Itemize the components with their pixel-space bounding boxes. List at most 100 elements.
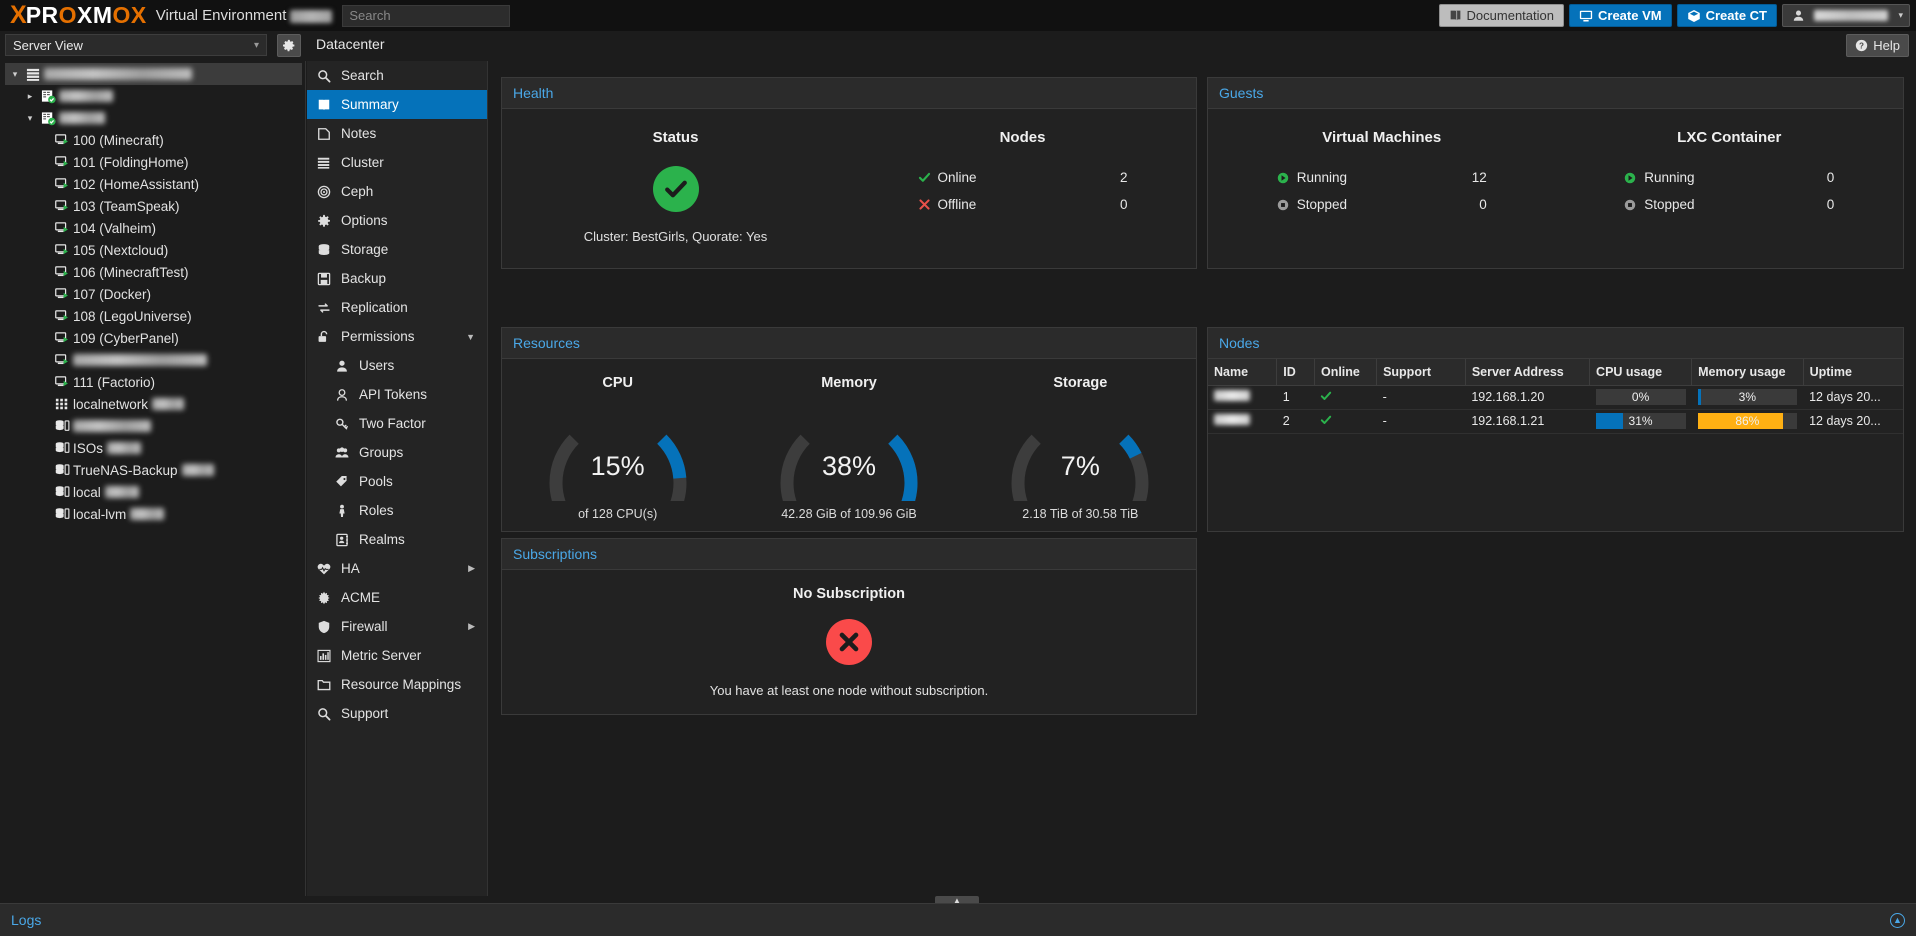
nav-item-metric-server[interactable]: Metric Server [307, 641, 487, 670]
user-menu-button[interactable]: ▾ [1782, 4, 1910, 27]
nav-item-realms[interactable]: Realms [307, 525, 487, 554]
chevron-right-icon[interactable]: ▶ [468, 563, 475, 574]
tree-label-suffix-redacted [152, 398, 185, 410]
table-row[interactable]: 1 -192.168.1.20 0% 3% 12 days 20... [1208, 385, 1903, 410]
usage-bar-label: 86% [1735, 414, 1760, 428]
chevron-right-icon[interactable]: ▶ [468, 621, 475, 632]
nav-item-label: HA [341, 561, 360, 576]
documentation-button[interactable]: Documentation [1438, 4, 1564, 27]
tree-item[interactable]: 111 (Factorio) [5, 371, 302, 393]
tree-item-redacted[interactable]: ▸ [5, 85, 302, 107]
tree-item[interactable]: localnetwork [5, 393, 302, 415]
search-input[interactable]: Search [342, 4, 511, 27]
chevron-down-icon[interactable]: ▾ [23, 113, 37, 124]
column-header[interactable]: Uptime [1803, 359, 1903, 386]
chevron-up-icon[interactable]: ▲ [1890, 912, 1905, 928]
nav-item-backup[interactable]: Backup [307, 264, 487, 293]
tree-item-redacted[interactable]: ▾ [5, 63, 302, 85]
status-row-value: 12 [1471, 170, 1487, 185]
breadcrumb: Datacenter [316, 36, 385, 52]
tree-item[interactable]: 100 (Minecraft) [5, 129, 302, 151]
nav-item-users[interactable]: Users [307, 351, 487, 380]
main-content: Health Status Cluster: BestGirls, Quorat… [489, 61, 1916, 896]
nav-item-replication[interactable]: Replication [307, 293, 487, 322]
tree-settings-button[interactable] [277, 34, 301, 57]
tree-item[interactable]: 103 (TeamSpeak) [5, 195, 302, 217]
nav-item-search[interactable]: Search [307, 61, 487, 90]
proxmox-logo[interactable]: X PROXMOX [0, 3, 147, 28]
view-selector[interactable]: Server View ▾ [5, 34, 267, 56]
status-row-label: Stopped [1644, 197, 1695, 212]
tree-item[interactable]: 105 (Nextcloud) [5, 239, 302, 261]
nav-item-notes[interactable]: Notes [307, 119, 487, 148]
table-row[interactable]: 2 -192.168.1.21 31% 86% 12 days 20... [1208, 409, 1903, 434]
nav-item-support[interactable]: Support [307, 699, 487, 728]
nav-item-pools[interactable]: Pools [307, 467, 487, 496]
resources-panel: Resources CPU 15% of 128 CPU(s) Memory 38% 42… [501, 327, 1197, 552]
tree-item[interactable]: 101 (FoldingHome) [5, 151, 302, 173]
create-ct-button[interactable]: Create CT [1676, 4, 1777, 27]
tree-item[interactable]: TrueNAS-Backup [5, 459, 302, 481]
help-button[interactable]: ? Help [1846, 34, 1909, 57]
tree-item-redacted[interactable] [5, 415, 302, 437]
tree-item[interactable]: 106 (MinecraftTest) [5, 261, 302, 283]
create-vm-button[interactable]: Create VM [1569, 4, 1672, 27]
tree-item-label: localnetwork [73, 396, 149, 412]
nav-item-roles[interactable]: Roles [307, 496, 487, 525]
column-header[interactable]: ID [1276, 359, 1315, 386]
nav-item-label: Permissions [341, 329, 415, 344]
datacenter-nav-menu[interactable]: Search Summary Notes Cluster Ceph Options Stor… [307, 61, 488, 896]
column-header[interactable]: Online [1314, 359, 1378, 386]
chevron-right-icon[interactable]: ▸ [23, 91, 37, 102]
nav-item-api-tokens[interactable]: API Tokens [307, 380, 487, 409]
nav-item-ha[interactable]: HA ▶ [307, 554, 487, 583]
tree-item[interactable]: 107 (Docker) [5, 283, 302, 305]
running-icon [1624, 172, 1644, 184]
tree-label-redacted [44, 68, 192, 80]
nav-item-options[interactable]: Options [307, 206, 487, 235]
nav-item-ceph[interactable]: Ceph [307, 177, 487, 206]
chevron-down-icon[interactable]: ▼ [466, 332, 475, 342]
tree-item[interactable]: 108 (LegoUniverse) [5, 305, 302, 327]
column-header[interactable]: Memory usage [1691, 359, 1804, 386]
nav-item-cluster[interactable]: Cluster [307, 148, 487, 177]
tree-item-label: 108 (LegoUniverse) [73, 308, 192, 324]
tree-item-label: ISOs [73, 440, 104, 456]
nav-item-two-factor[interactable]: Two Factor [307, 409, 487, 438]
logs-collapse-button[interactable]: ▲ [1890, 912, 1905, 928]
summary-icon [317, 98, 341, 112]
column-header[interactable]: Support [1376, 359, 1466, 386]
resources-panel-title: Resources [502, 328, 1196, 359]
vm-icon [51, 331, 73, 346]
column-header[interactable]: Server Address [1465, 359, 1591, 386]
tree-item-redacted[interactable]: ▾ [5, 107, 302, 129]
tree-item-label: TrueNAS-Backup [73, 462, 178, 478]
tree-item[interactable]: 104 (Valheim) [5, 217, 302, 239]
tree-item[interactable]: local [5, 481, 302, 503]
nav-item-summary[interactable]: Summary [307, 90, 487, 119]
chevron-down-icon[interactable]: ▾ [8, 69, 22, 80]
tree-item[interactable]: local-lvm [5, 503, 302, 525]
tree-item[interactable]: 102 (HomeAssistant) [5, 173, 302, 195]
nav-item-resource-mappings[interactable]: Resource Mappings [307, 670, 487, 699]
nav-item-storage[interactable]: Storage [307, 235, 487, 264]
health-status-column: Status Cluster: BestGirls, Quorate: Yes [502, 109, 849, 269]
nav-item-permissions[interactable]: Permissions ▼ [307, 322, 487, 351]
gauge-subtext: 42.28 GiB of 109.96 GiB [781, 507, 917, 521]
column-header[interactable]: Name [1208, 359, 1278, 386]
tree-label-suffix-redacted [107, 442, 142, 454]
column-header[interactable]: CPU usage [1589, 359, 1693, 386]
search-icon [317, 69, 341, 83]
chevron-down-icon: ▾ [1898, 10, 1903, 20]
tree-item-redacted[interactable] [5, 349, 302, 371]
tree-item[interactable]: 109 (CyberPanel) [5, 327, 302, 349]
tree-item-label: 105 (Nextcloud) [73, 242, 169, 258]
nav-item-groups[interactable]: Groups [307, 438, 487, 467]
node-address-cell: 192.168.1.20 [1465, 385, 1590, 410]
nav-item-firewall[interactable]: Firewall ▶ [307, 612, 487, 641]
panel-splitter[interactable]: ▲ [0, 896, 1916, 905]
tree-item-label: 102 (HomeAssistant) [73, 176, 200, 192]
resource-tree[interactable]: ▾ ▸ ▾ 100 (Minecraft) 101 (FoldingHome) 102 (… [0, 61, 306, 896]
tree-item[interactable]: ISOs [5, 437, 302, 459]
nav-item-acme[interactable]: ACME [307, 583, 487, 612]
